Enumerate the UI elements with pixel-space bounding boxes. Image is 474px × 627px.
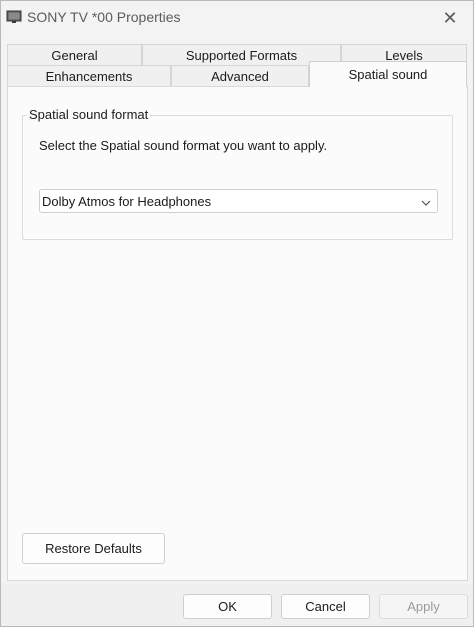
dialog-footer: OK Cancel Apply (1, 584, 473, 626)
tab-page-spatial-sound: Spatial sound format Select the Spatial … (7, 86, 468, 581)
spatial-sound-format-group: Spatial sound format Select the Spatial … (22, 107, 453, 240)
close-icon: ✕ (442, 7, 458, 28)
button-label: OK (218, 599, 237, 614)
properties-dialog: SONY TV *00 Properties ✕ General Support… (0, 0, 474, 627)
tab-general[interactable]: General (7, 44, 142, 65)
tab-strip: General Supported Formats Levels Enhance… (7, 44, 467, 88)
tab-label: Spatial sound (348, 67, 428, 82)
apply-button[interactable]: Apply (379, 594, 468, 619)
format-description: Select the Spatial sound format you want… (39, 138, 328, 153)
button-label: Restore Defaults (45, 541, 142, 556)
restore-defaults-button[interactable]: Restore Defaults (22, 533, 165, 564)
chevron-down-icon (421, 196, 431, 206)
cancel-button[interactable]: Cancel (281, 594, 370, 619)
button-label: Cancel (305, 599, 346, 614)
tab-label: Supported Formats (185, 47, 298, 63)
spatial-sound-format-select[interactable]: Dolby Atmos for Headphones (39, 189, 438, 213)
speaker-device-icon (6, 10, 22, 24)
ok-button[interactable]: OK (183, 594, 272, 619)
button-label: Apply (407, 599, 440, 614)
tab-label: General (51, 47, 98, 63)
title-bar: SONY TV *00 Properties ✕ (1, 1, 473, 35)
tab-advanced[interactable]: Advanced (171, 65, 309, 86)
tab-enhancements[interactable]: Enhancements (7, 65, 171, 86)
selected-format: Dolby Atmos for Headphones (42, 193, 212, 209)
tab-spatial-sound[interactable]: Spatial sound (309, 61, 467, 87)
close-button[interactable]: ✕ (427, 1, 473, 35)
group-label: Spatial sound format (27, 107, 151, 122)
tab-label: Advanced (211, 68, 269, 84)
window-title: SONY TV *00 Properties (27, 9, 181, 25)
tab-label: Enhancements (45, 68, 133, 84)
